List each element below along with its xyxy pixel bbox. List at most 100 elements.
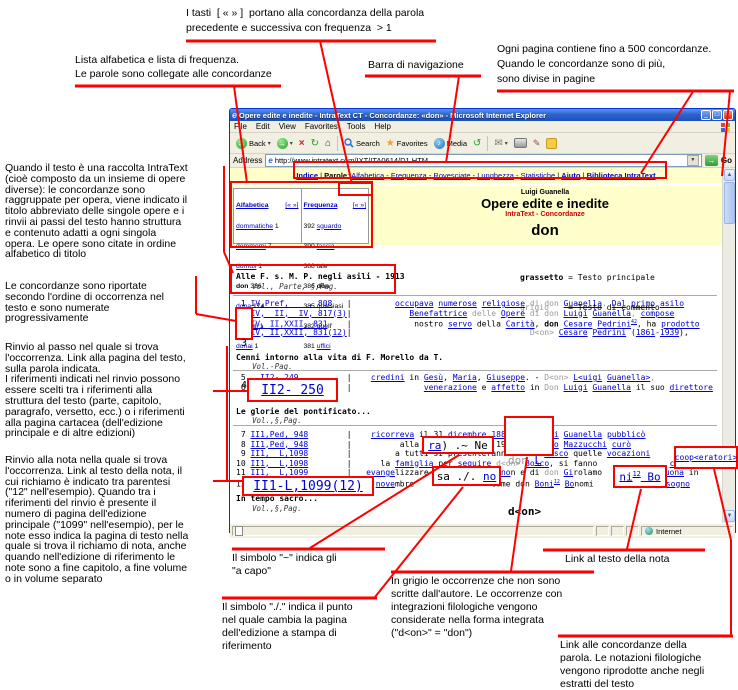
scrollbar-thumb[interactable] (724, 182, 735, 224)
magnified-word-link-excerpt[interactable]: coop<eratori> (674, 446, 738, 469)
text-link[interactable]: religiose (482, 299, 525, 308)
text-link[interactable]: ricorreva (371, 430, 414, 439)
edit-button[interactable]: ✎ (530, 134, 544, 152)
text-link[interactable]: affetto (491, 383, 525, 392)
word-list-item[interactable]: 381 uffici (304, 344, 367, 351)
text-link[interactable]: Opere (501, 309, 525, 318)
text-link[interactable]: II1,Ped, 948 (250, 440, 308, 449)
text-link[interactable]: Cesare (559, 328, 588, 337)
text-link[interactable]: Maria (453, 373, 477, 382)
text-link[interactable]: II1,Ped, 948 (250, 430, 308, 439)
text-link[interactable]: Dal (612, 299, 626, 308)
edit-icon: ✎ (533, 138, 541, 149)
text-link[interactable]: vocazioni (607, 449, 650, 458)
history-button[interactable]: ↺ (470, 134, 484, 152)
text-link[interactable]: Giuseppe (487, 373, 526, 382)
text-link[interactable]: occupava (395, 299, 434, 308)
mail-button[interactable]: ✉▾ (491, 134, 510, 152)
text-link[interactable]: II1, L,1098 (250, 459, 308, 468)
title-bar[interactable]: e Opere edite e inedite - IntraText CT -… (230, 109, 735, 121)
text-link[interactable]: Mazzucchi (564, 440, 607, 449)
menu-edit[interactable]: Edit (256, 122, 270, 131)
text-link[interactable]: Pedrini (592, 328, 626, 337)
text-link[interactable]: 1861 (636, 328, 655, 337)
text-link[interactable]: compose (641, 309, 675, 318)
home-button[interactable]: ⌂ (322, 134, 334, 152)
concordance-row[interactable]: 4 IV, II,XXII, 831(12)| D<on> Cesare Ped… (236, 328, 689, 337)
text-run: Don (544, 383, 563, 392)
back-button[interactable]: ← Back ▾ (233, 134, 274, 152)
close-button[interactable]: × (723, 110, 733, 120)
text-link[interactable]: Luigi (564, 383, 588, 392)
media-button[interactable]: ♪ Media (431, 134, 470, 152)
text-link[interactable]: IV,Pref, , 808 (250, 299, 332, 308)
menu-tools[interactable]: Tools (347, 122, 366, 131)
menu-favorites[interactable]: Favorites (305, 122, 338, 131)
menu-help[interactable]: Help (374, 122, 390, 131)
windows-flag-icon (720, 122, 731, 132)
text-link[interactable]: II2- 250 (261, 383, 324, 398)
toolbar: ← Back ▾ → ▾ × ↻ ⌂ Search ★ Favorites ♪ (230, 133, 735, 154)
text-link[interactable]: Guanella (592, 383, 631, 392)
print-button[interactable] (511, 134, 530, 152)
text-link[interactable]: pubblicò (607, 430, 646, 439)
menu-view[interactable]: View (279, 122, 296, 131)
magnified-note-call-excerpt[interactable]: ni12 Bo (613, 465, 667, 488)
text-link[interactable]: no (483, 470, 496, 483)
text-link[interactable]: credini (371, 373, 405, 382)
concordance-row[interactable]: 2 IV, II, IV, 817(3)| Benefattrice delle… (236, 309, 674, 318)
text-link[interactable]: asilo (660, 299, 684, 308)
text-link[interactable]: Guanella> (607, 373, 650, 382)
forward-button[interactable]: → ▾ (274, 134, 296, 152)
scroll-up-icon[interactable]: ▲ (724, 169, 735, 181)
concordance-row[interactable]: 1 IV,Pref, , 808 | occupava numerose rel… (236, 299, 684, 308)
text-link[interactable]: curò (612, 440, 631, 449)
text-link[interactable]: L (535, 454, 542, 467)
text-link[interactable]: II1-L,1099(12) (253, 479, 363, 494)
text-link[interactable]: uffici (317, 343, 331, 350)
text-link[interactable]: ra (428, 439, 441, 452)
vertical-scrollbar[interactable]: ▲ ▼ (722, 168, 735, 523)
maximize-button[interactable]: □ (712, 110, 722, 120)
text-link[interactable]: coop<eratori> (675, 453, 738, 462)
go-label[interactable]: Go (721, 156, 732, 165)
text-link[interactable]: Guanella (564, 430, 603, 439)
text-link[interactable]: direttore (670, 383, 713, 392)
text-link[interactable]: II1, L,1098 (250, 449, 308, 458)
messenger-button[interactable] (543, 134, 560, 152)
annotation-keys-note: I tasti [ « » ] portano alla concordanza… (186, 6, 424, 36)
text-link[interactable]: Bo (641, 470, 661, 483)
magnified-footnote-ref[interactable]: II1-L,1099(12) (242, 476, 374, 496)
text-link[interactable]: Gesù (424, 373, 443, 382)
refresh-button[interactable]: ↻ (308, 134, 322, 152)
text-link[interactable]: L<uigi (573, 373, 602, 382)
text-link[interactable]: 12 (633, 470, 641, 478)
text-run: 8 (236, 440, 250, 449)
menu-file[interactable]: File (234, 122, 247, 131)
text-link[interactable]: ni (619, 470, 632, 483)
text-link[interactable]: Guanella (592, 309, 631, 318)
text-link[interactable]: Luigi (564, 309, 588, 318)
text-link[interactable]: venerazione (424, 383, 477, 392)
scroll-down-icon[interactable]: ▼ (724, 510, 735, 522)
refresh-icon: ↻ (311, 138, 319, 149)
go-icon[interactable]: → (705, 155, 718, 166)
text-link[interactable]: Benefattrice (409, 309, 467, 318)
text-link[interactable]: Bo (565, 479, 575, 488)
address-dropdown-button[interactable]: ▼ (687, 155, 699, 166)
text-link[interactable]: IV, II, IV, 817(3) (250, 309, 346, 318)
text-link[interactable]: 1939 (660, 328, 679, 337)
stop-button[interactable]: × (296, 134, 308, 152)
text-link[interactable]: Guanella (564, 299, 603, 308)
favorites-button[interactable]: ★ Favorites (383, 134, 431, 152)
section-divider (233, 425, 717, 426)
minimize-button[interactable]: _ (701, 110, 711, 120)
magnified-passage-ref[interactable]: II2- 250 (247, 378, 338, 402)
search-button[interactable]: Search (341, 134, 383, 152)
author-name: Luigi Guanella (370, 189, 720, 196)
text-link[interactable]: numerose (438, 299, 477, 308)
text-link[interactable]: nove (376, 479, 395, 488)
text-link[interactable]: primo (631, 299, 655, 308)
text-link[interactable]: Gi (564, 468, 574, 477)
text-link[interactable]: famiglia (395, 459, 434, 468)
